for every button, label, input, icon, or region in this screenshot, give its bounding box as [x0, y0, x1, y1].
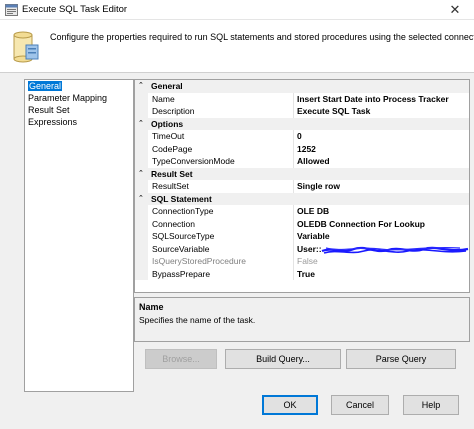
nav-item-expressions[interactable]: Expressions — [25, 116, 133, 128]
property-row-isquerystoredprocedure[interactable]: IsQueryStoredProcedure False — [135, 255, 469, 268]
header-text: Configure the properties required to run… — [50, 32, 474, 42]
category-sql-statement[interactable]: ⌃ SQL Statement — [135, 192, 469, 206]
property-name: TypeConversionMode — [152, 156, 235, 166]
property-row-timeout[interactable]: TimeOut 0 — [135, 130, 469, 143]
chevron-collapse-icon[interactable]: ⌃ — [138, 80, 144, 93]
property-value[interactable]: 1252 — [293, 142, 469, 155]
property-row-connectiontype[interactable]: ConnectionType OLE DB — [135, 205, 469, 218]
browse-button: Browse... — [145, 349, 217, 369]
property-value[interactable]: Execute SQL Task — [293, 105, 469, 118]
property-name: CodePage — [152, 143, 193, 154]
property-row-description[interactable]: Description Execute SQL Task — [135, 105, 469, 118]
cancel-button[interactable]: Cancel — [331, 395, 389, 415]
category-result-set[interactable]: ⌃ Result Set — [135, 167, 469, 181]
property-row-resultset[interactable]: ResultSet Single row — [135, 180, 469, 193]
wizard-scroll-icon — [13, 31, 39, 63]
chevron-collapse-icon[interactable]: ⌃ — [138, 118, 144, 131]
description-title: Name — [139, 302, 164, 312]
parse-query-button[interactable]: Parse Query — [346, 349, 456, 369]
property-row-sqlsourcetype[interactable]: SQLSourceType Variable — [135, 230, 469, 243]
sql-task-icon — [5, 4, 18, 16]
ok-button[interactable]: OK — [262, 395, 318, 415]
category-general[interactable]: ⌃ General — [135, 80, 469, 93]
property-value[interactable]: Variable — [293, 230, 469, 243]
nav-item-label: Parameter Mapping — [28, 93, 108, 103]
property-value[interactable]: True — [293, 267, 469, 280]
close-button[interactable]: ✕ — [436, 0, 474, 20]
chevron-collapse-icon[interactable]: ⌃ — [138, 193, 144, 206]
property-name: IsQueryStoredProcedure — [152, 256, 247, 266]
property-name: Connection — [152, 218, 196, 229]
chevron-collapse-icon[interactable]: ⌃ — [138, 168, 144, 181]
property-row-codepage[interactable]: CodePage 1252 — [135, 142, 469, 155]
property-value[interactable]: Single row — [293, 180, 469, 193]
category-label: SQL Statement — [151, 193, 212, 204]
description-panel: Name Specifies the name of the task. — [134, 297, 470, 342]
header-banner: Configure the properties required to run… — [0, 20, 474, 73]
property-grid: ⌃ General Name Insert Start Date into Pr… — [134, 79, 470, 293]
property-name: BypassPrepare — [152, 268, 211, 279]
description-text: Specifies the name of the task. — [139, 315, 256, 325]
redaction-scribble — [321, 246, 469, 254]
category-options[interactable]: ⌃ Options — [135, 117, 469, 131]
category-label: Result Set — [151, 168, 193, 179]
property-value[interactable]: Insert Start Date into Process Tracker — [293, 92, 469, 105]
property-name: TimeOut — [152, 131, 185, 141]
property-row-name[interactable]: Name Insert Start Date into Process Trac… — [135, 92, 469, 105]
property-name: ConnectionType — [152, 206, 214, 216]
nav-item-general[interactable]: General — [25, 80, 133, 92]
page-nav: General Parameter Mapping Result Set Exp… — [24, 79, 134, 392]
nav-item-label: General — [28, 81, 63, 91]
property-row-connection[interactable]: Connection OLEDB Connection For Lookup — [135, 217, 469, 230]
property-value[interactable]: Allowed — [293, 155, 469, 168]
title-bar: Execute SQL Task Editor ✕ — [0, 0, 474, 20]
property-row-sourcevariable[interactable]: SourceVariable User:: — [135, 242, 469, 255]
property-row-bypassprepare[interactable]: BypassPrepare True — [135, 267, 469, 280]
property-value[interactable]: 0 — [293, 130, 469, 143]
nav-item-label: Result Set — [28, 105, 70, 115]
build-query-button[interactable]: Build Query... — [225, 349, 341, 369]
property-name: Description — [152, 106, 195, 116]
property-row-typeconversionmode[interactable]: TypeConversionMode Allowed — [135, 155, 469, 168]
property-name: Name — [152, 93, 175, 104]
nav-item-parameter-mapping[interactable]: Parameter Mapping — [25, 92, 133, 104]
nav-item-result-set[interactable]: Result Set — [25, 104, 133, 116]
property-name: SourceVariable — [152, 243, 210, 254]
category-label: Options — [151, 118, 184, 129]
help-button[interactable]: Help — [403, 395, 459, 415]
category-label: General — [151, 81, 183, 91]
property-name: ResultSet — [152, 181, 189, 191]
property-value: False — [293, 255, 469, 268]
property-value[interactable]: OLEDB Connection For Lookup — [293, 217, 469, 230]
window-title: Execute SQL Task Editor — [22, 4, 128, 15]
property-value[interactable]: OLE DB — [293, 205, 469, 218]
property-name: SQLSourceType — [152, 231, 215, 241]
nav-item-label: Expressions — [28, 117, 78, 127]
close-icon: ✕ — [449, 2, 461, 17]
